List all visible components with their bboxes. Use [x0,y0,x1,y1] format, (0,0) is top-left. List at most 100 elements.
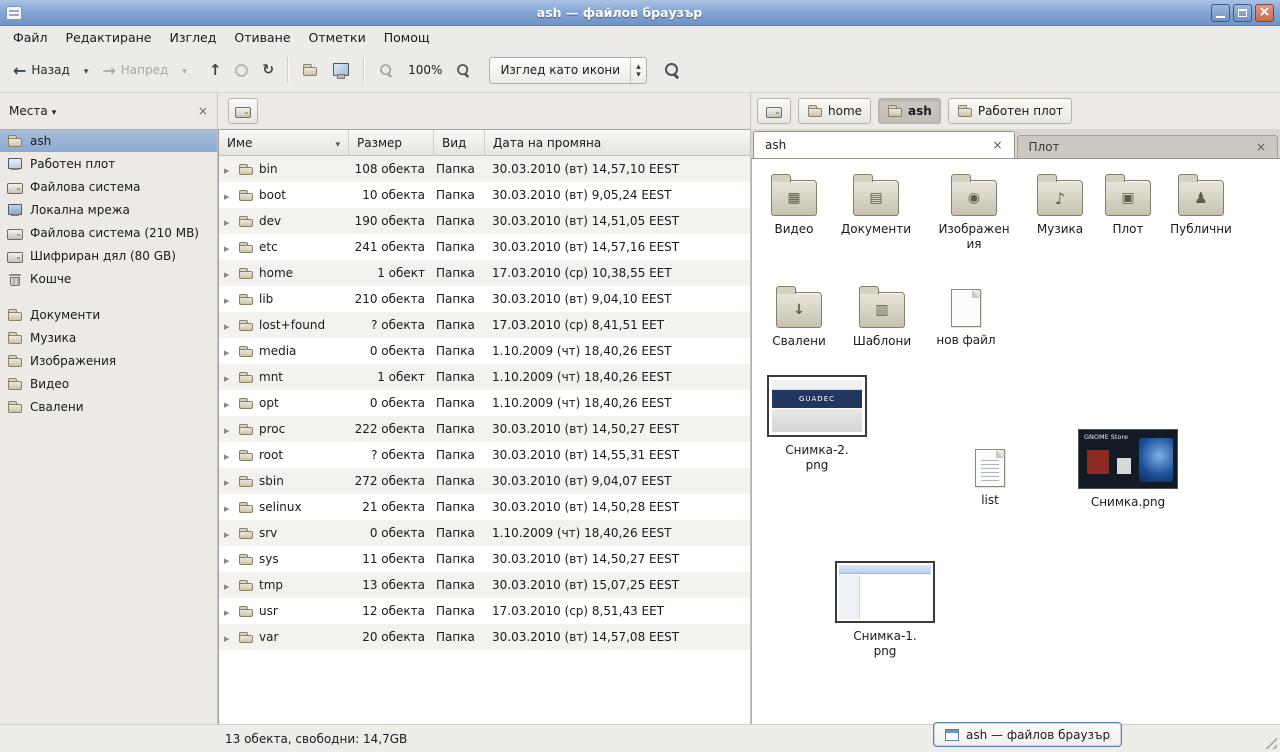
expander-icon[interactable] [224,370,233,384]
sidebar-mode-chevron-icon[interactable] [52,104,57,118]
expander-icon[interactable] [224,526,233,540]
back-button[interactable]: Назад [6,56,77,85]
icon-view-item[interactable]: Плот [1086,173,1170,237]
sidebar-item[interactable] [0,290,217,303]
home-button[interactable] [295,57,325,83]
reload-button[interactable] [255,57,281,83]
menu-item[interactable]: Изглед [161,26,226,48]
icon-view[interactable]: Видео Документи Изображения [751,159,1280,724]
expander-icon[interactable] [224,578,233,592]
file-row[interactable]: root ? обекта Папка 30.03.2010 (вт) 14,5… [219,442,750,468]
file-row[interactable]: proc 222 обекта Папка 30.03.2010 (вт) 14… [219,416,750,442]
expander-icon[interactable] [224,214,233,228]
sidebar-item[interactable]: Локална мрежа [0,198,217,221]
forward-history-dropdown[interactable] [175,58,194,82]
column-header-name[interactable]: Име [219,130,349,156]
sidebar-title[interactable]: Места [9,104,48,118]
file-row[interactable]: media 0 обекта Папка 1.10.2009 (чт) 18,4… [219,338,750,364]
file-row[interactable]: home 1 обект Папка 17.03.2010 (ср) 10,38… [219,260,750,286]
search-button[interactable] [657,57,688,84]
expander-icon[interactable] [224,266,233,280]
path-button[interactable] [757,98,791,124]
zoom-out-button[interactable] [371,57,402,84]
tab[interactable]: Плот [1017,135,1279,158]
tab-close-icon[interactable] [1256,140,1266,154]
taskbar-window-button[interactable]: ash — файлов браузър [933,722,1122,747]
path-button[interactable]: ash [878,98,941,124]
icon-view-item[interactable]: Свалени [757,285,841,349]
menu-item[interactable]: Файл [4,26,57,48]
menu-item[interactable]: Редактиране [57,26,161,48]
tab[interactable]: ash [753,131,1015,158]
expander-icon[interactable] [224,448,233,462]
file-row[interactable]: etc 241 обекта Папка 30.03.2010 (вт) 14,… [219,234,750,260]
menu-item[interactable]: Отиване [225,26,299,48]
sidebar-item[interactable]: ash [0,129,217,152]
icon-view-item[interactable]: Документи [834,173,918,237]
icon-view-item[interactable]: Видео [752,173,836,237]
file-row[interactable]: boot 10 обекта Папка 30.03.2010 (вт) 9,0… [219,182,750,208]
file-row[interactable]: mnt 1 обект Папка 1.10.2009 (чт) 18,40,2… [219,364,750,390]
zoom-in-button[interactable] [448,57,479,84]
expander-icon[interactable] [224,162,233,176]
tab-close-icon[interactable] [992,138,1002,152]
spinner-arrows-icon[interactable] [630,58,646,83]
file-row[interactable]: usr 12 обекта Папка 17.03.2010 (ср) 8,51… [219,598,750,624]
expander-icon[interactable] [224,292,233,306]
sidebar-item[interactable]: Документи [0,303,217,326]
forward-button[interactable]: Напред [95,56,175,85]
menu-item[interactable]: Отметки [300,26,375,48]
expander-icon[interactable] [224,552,233,566]
path-button[interactable]: Работен плот [948,98,1072,124]
expander-icon[interactable] [224,396,233,410]
sidebar-item[interactable]: Работен плот [0,152,217,175]
sidebar-close-icon[interactable] [198,104,208,119]
root-path-button[interactable] [228,98,258,124]
icon-view-item[interactable]: GUADEC Снимка-2.png [766,375,868,473]
file-row[interactable]: lib 210 обекта Папка 30.03.2010 (вт) 9,0… [219,286,750,312]
minimize-button[interactable] [1211,4,1230,22]
sidebar-item[interactable]: Файлова система (210 MB) [0,221,217,244]
icon-view-item[interactable]: GNOME Store Снимка.png [1077,429,1179,510]
icon-view-item[interactable]: Шаблони [840,285,924,349]
expander-icon[interactable] [224,188,233,202]
column-header-date[interactable]: Дата на промяна [485,130,750,156]
sidebar-item[interactable]: Свалени [0,395,217,418]
back-history-dropdown[interactable] [77,58,96,82]
file-row[interactable]: dev 190 обекта Папка 30.03.2010 (вт) 14,… [219,208,750,234]
sidebar-item[interactable]: Файлова система [0,175,217,198]
computer-button[interactable] [325,57,357,84]
sidebar-item[interactable]: Видео [0,372,217,395]
title-bar[interactable]: ash — файлов браузър [0,0,1280,26]
up-button[interactable] [202,56,229,84]
icon-view-item[interactable]: Публични [1159,173,1243,237]
sidebar-item[interactable]: Изображения [0,349,217,372]
sidebar-item[interactable]: Шифриран дял (80 GB) [0,244,217,267]
expander-icon[interactable] [224,240,233,254]
file-row[interactable]: tmp 13 обекта Папка 30.03.2010 (вт) 15,0… [219,572,750,598]
file-row[interactable]: opt 0 обекта Папка 1.10.2009 (чт) 18,40,… [219,390,750,416]
expander-icon[interactable] [224,630,233,644]
expander-icon[interactable] [224,422,233,436]
maximize-button[interactable] [1233,4,1252,22]
file-row[interactable]: sbin 272 обекта Папка 30.03.2010 (вт) 9,… [219,468,750,494]
column-header-type[interactable]: Вид [434,130,485,156]
icon-view-item[interactable]: Снимка-1.png [834,561,936,659]
menu-item[interactable]: Помощ [375,26,439,48]
expander-icon[interactable] [224,318,233,332]
expander-icon[interactable] [224,604,233,618]
expander-icon[interactable] [224,500,233,514]
file-row[interactable]: sys 11 обекта Папка 30.03.2010 (вт) 14,5… [219,546,750,572]
view-mode-select[interactable]: Изглед като икони [489,57,647,84]
expander-icon[interactable] [224,474,233,488]
expander-icon[interactable] [224,344,233,358]
icon-view-item[interactable]: нов файл [924,285,1008,348]
file-row[interactable]: selinux 21 обекта Папка 30.03.2010 (вт) … [219,494,750,520]
icon-view-item[interactable]: list [948,445,1032,508]
stop-button[interactable] [228,59,255,82]
icon-view-item[interactable]: Изображения [932,173,1016,252]
close-button[interactable] [1255,4,1274,22]
sidebar-item[interactable]: Кошче [0,267,217,290]
path-button[interactable]: home [798,98,871,124]
file-row[interactable]: lost+found ? обекта Папка 17.03.2010 (ср… [219,312,750,338]
